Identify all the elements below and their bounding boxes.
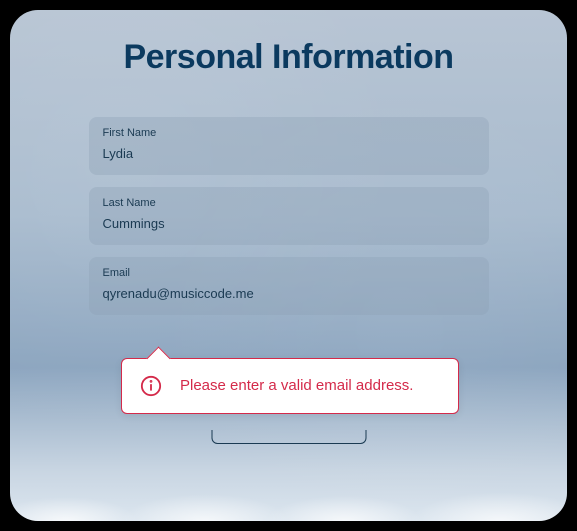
- first-name-field[interactable]: First Name: [89, 117, 489, 175]
- form-window: Personal Information First Name Last Nam…: [10, 10, 567, 521]
- last-name-label: Last Name: [103, 197, 475, 209]
- last-name-input[interactable]: [103, 216, 475, 231]
- first-name-label: First Name: [103, 127, 475, 139]
- page-title: Personal Information: [30, 38, 547, 77]
- first-name-input[interactable]: [103, 146, 475, 161]
- email-input[interactable]: [103, 286, 475, 301]
- error-tooltip: Please enter a valid email address.: [121, 358, 459, 414]
- error-message: Please enter a valid email address.: [180, 376, 413, 396]
- info-icon: [140, 375, 162, 397]
- email-label: Email: [103, 267, 475, 279]
- email-field[interactable]: Email: [89, 257, 489, 315]
- background-clouds: [10, 451, 567, 521]
- last-name-field[interactable]: Last Name: [89, 187, 489, 245]
- submit-button-outline: [211, 430, 366, 444]
- personal-info-form: First Name Last Name Email: [30, 117, 547, 315]
